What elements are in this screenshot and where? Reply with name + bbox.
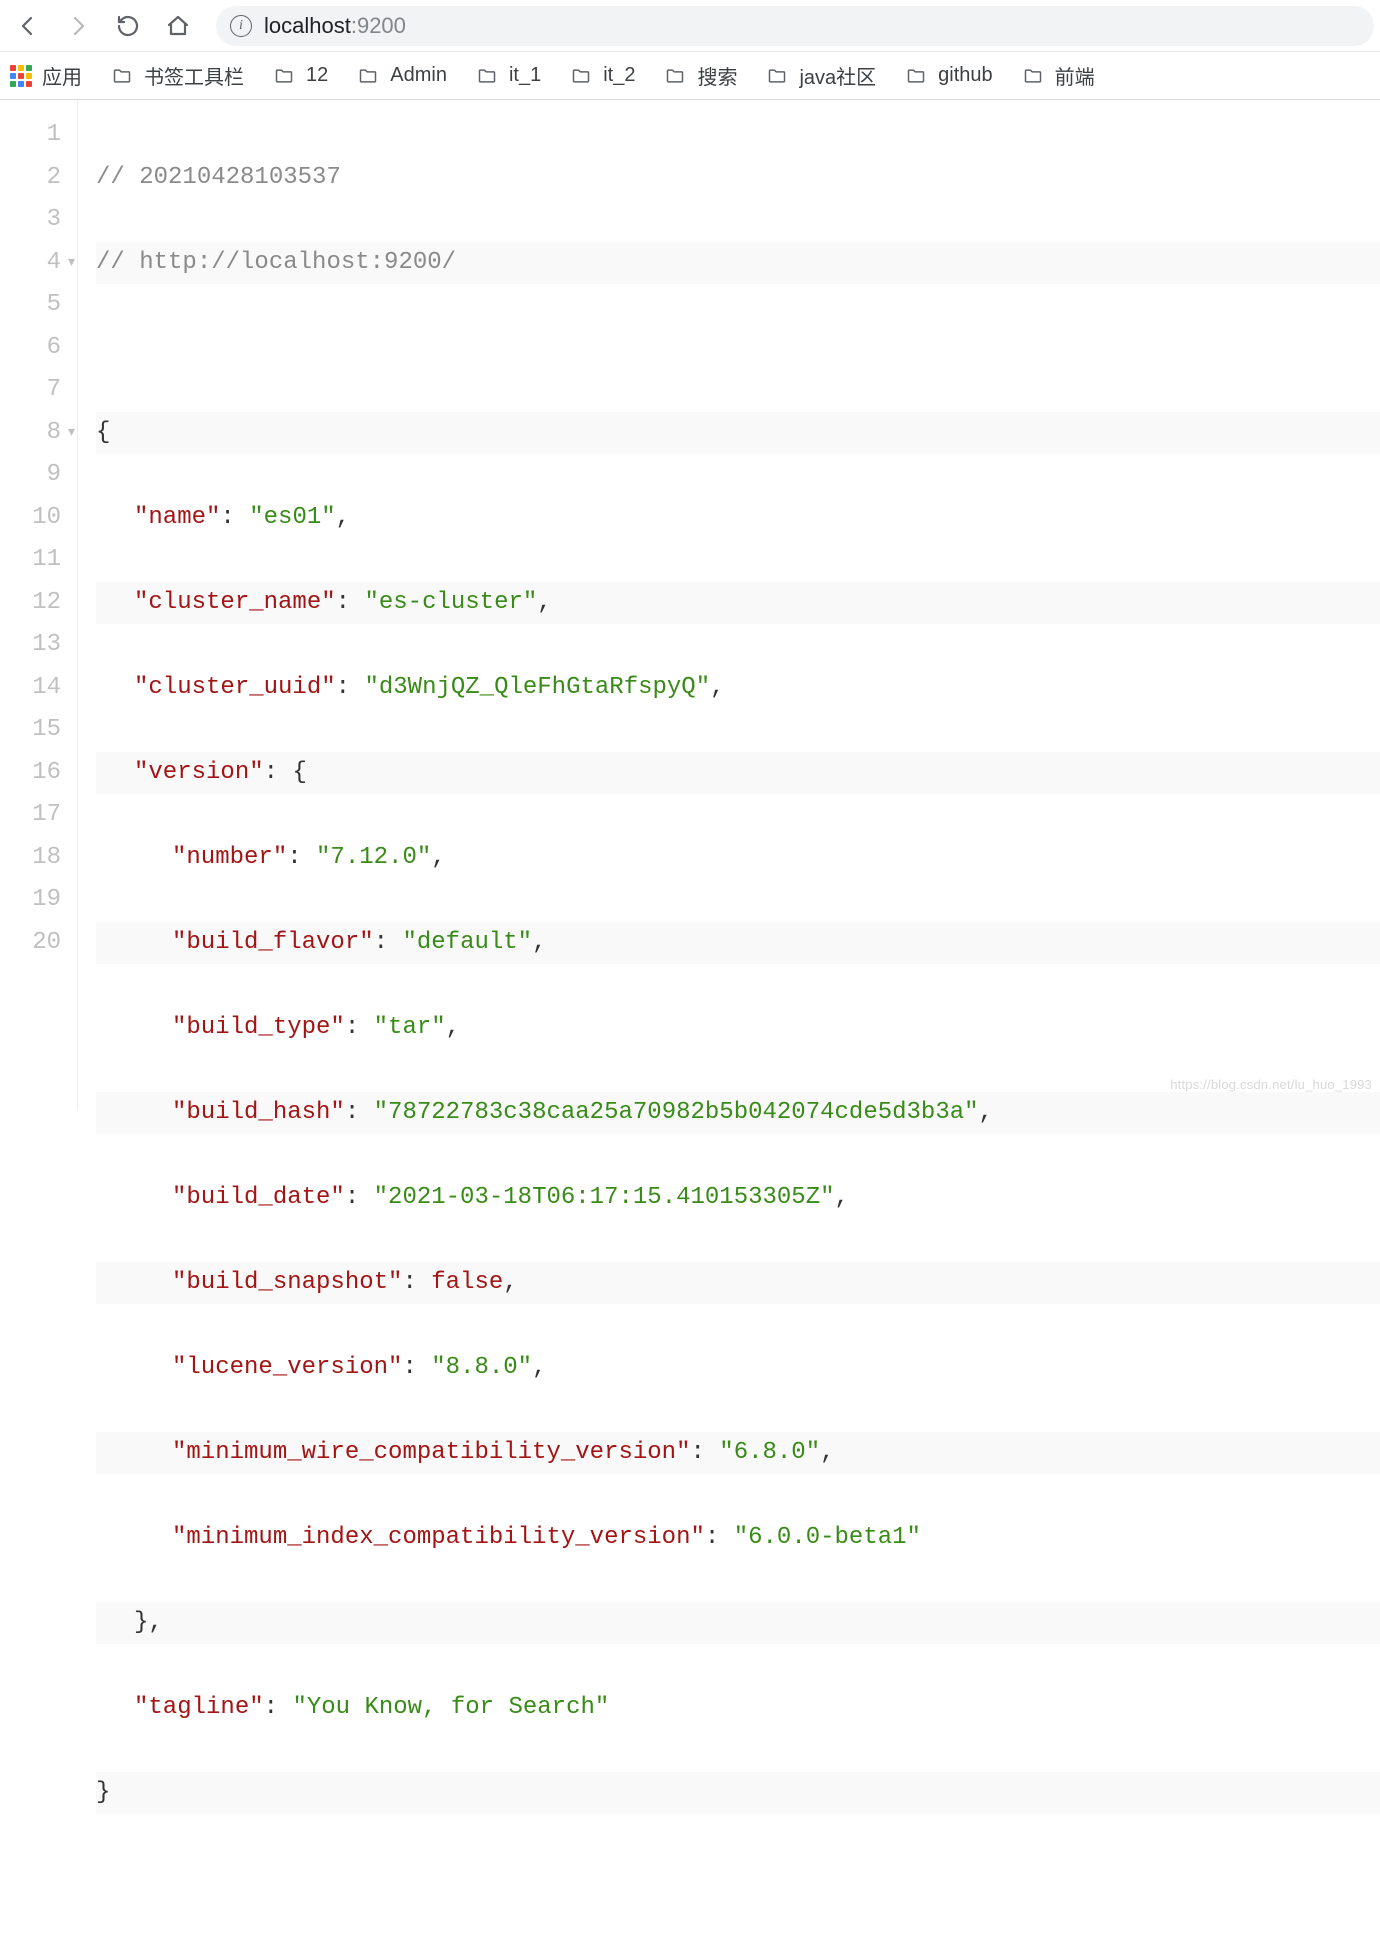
folder-icon [663,66,687,86]
line-number: 14 [0,667,61,710]
line-number: 7 [0,369,61,412]
apps-shortcut[interactable]: 应用 [10,61,82,90]
bookmark-folder[interactable]: Admin [356,64,447,87]
folder-icon [110,66,134,86]
bookmark-folder[interactable]: java社区 [765,61,876,90]
folder-icon [569,66,593,86]
line-number: 15 [0,709,61,752]
apps-label: 应用 [42,61,82,90]
bookmark-label: 前端 [1055,61,1095,90]
bookmark-folder[interactable]: 12 [272,64,328,87]
watermark-text: https://blog.csdn.net/lu_huo_1993 [1170,1064,1372,1107]
folder-icon [1021,66,1045,86]
bookmark-label: github [938,64,993,87]
bookmark-folder[interactable]: github [904,64,993,87]
omnibox[interactable]: i localhost:9200 [216,6,1374,46]
home-button[interactable] [156,4,200,48]
line-number: 11 [0,539,61,582]
line-number: 13 [0,624,61,667]
line-number: 17 [0,794,61,837]
folder-icon [475,66,499,86]
brace: { [96,419,110,446]
bookmark-label: Admin [390,64,447,87]
line-number: 20 [0,922,61,965]
bookmark-folder[interactable]: it_2 [569,64,635,87]
folder-icon [356,66,380,86]
brace: } [96,1779,110,1806]
bookmark-folder[interactable]: it_1 [475,64,541,87]
bookmark-label: 书签工具栏 [144,61,244,90]
line-number: 3 [0,199,61,242]
line-number: 16 [0,752,61,795]
comment-line: // 20210428103537 [96,164,341,191]
line-number: 2 [0,157,61,200]
folder-icon [765,66,789,86]
bookmark-bar: 应用 书签工具栏 12 Admin it_1 it_2 搜索 java社区 github 前端 [0,52,1380,100]
line-number: 6 [0,327,61,370]
line-number: 5 [0,284,61,327]
line-number: 12 [0,582,61,625]
json-viewer: 1234567891011121314151617181920 // 20210… [0,100,1380,1110]
bookmark-folder[interactable]: 前端 [1021,61,1095,90]
comment-line: // http://localhost:9200/ [96,249,456,276]
bookmark-label: it_2 [603,64,635,87]
bookmark-label: it_1 [509,64,541,87]
reload-button[interactable] [106,4,150,48]
bookmark-label: java社区 [799,61,876,90]
line-number: 8 [0,412,61,455]
forward-button[interactable] [56,4,100,48]
apps-icon [10,65,32,87]
bookmark-folder[interactable]: 书签工具栏 [110,61,244,90]
bookmark-label: 搜索 [697,61,737,90]
line-number: 9 [0,454,61,497]
back-button[interactable] [6,4,50,48]
site-info-icon[interactable]: i [230,15,252,37]
line-gutter: 1234567891011121314151617181920 [0,100,78,1110]
browser-toolbar: i localhost:9200 [0,0,1380,52]
folder-icon [272,66,296,86]
line-number: 19 [0,879,61,922]
bookmark-folder[interactable]: 搜索 [663,61,737,90]
line-number: 1 [0,114,61,157]
bookmark-label: 12 [306,64,328,87]
line-number: 18 [0,837,61,880]
line-number: 10 [0,497,61,540]
folder-icon [904,66,928,86]
code-area: // 20210428103537 // http://localhost:92… [78,100,1380,1110]
line-number: 4 [0,242,61,285]
url-text: localhost:9200 [264,13,406,39]
